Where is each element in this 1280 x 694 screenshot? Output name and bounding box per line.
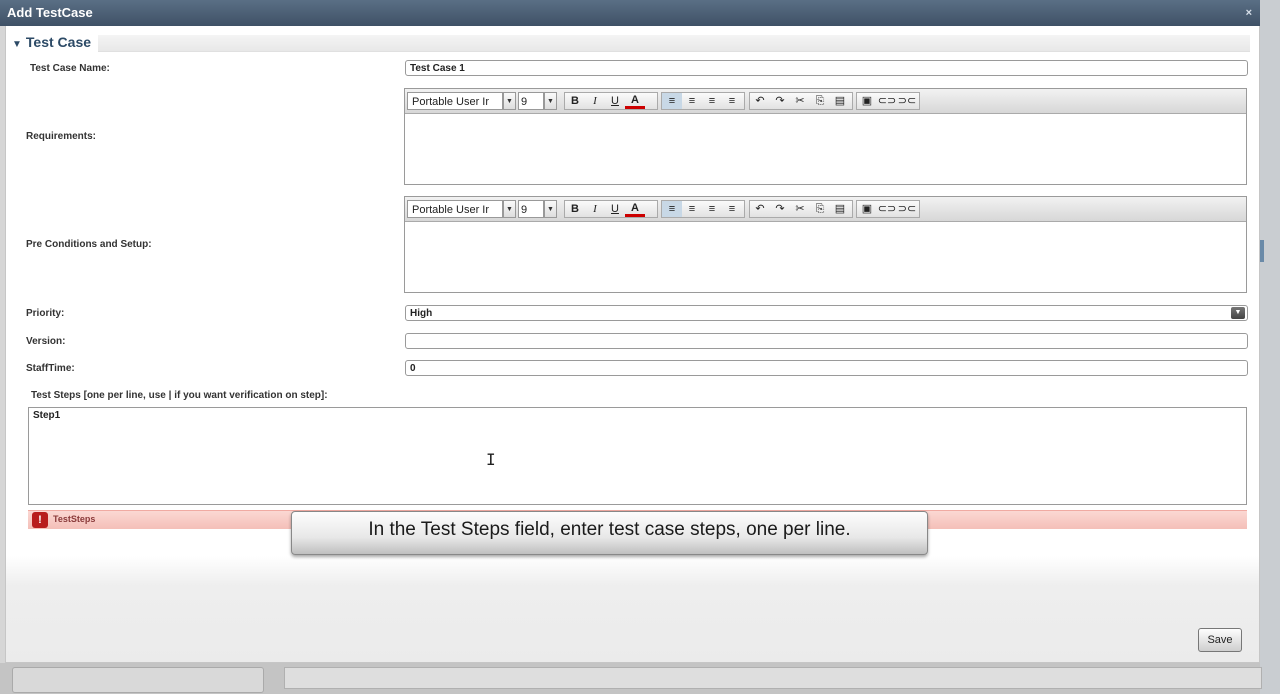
teststeps-label: Test Steps [one per line, use | if you w… (31, 390, 328, 401)
edit-group: ↶ ↷ ✂ ⎘ ▤ (749, 92, 853, 110)
bottom-left-panel (12, 667, 264, 693)
size-dropdown-icon[interactable]: ▼ (544, 92, 557, 110)
teststeps-textarea[interactable]: Step1 (28, 407, 1247, 505)
section-title: Test Case (25, 34, 92, 50)
requirements-label: Requirements: (26, 131, 97, 142)
align-group: ≡ ≡ ≡ ≡ (661, 200, 745, 218)
font-color-button[interactable]: A (625, 201, 645, 217)
align-right-icon[interactable]: ≡ (702, 201, 722, 217)
underline-button[interactable]: U (605, 93, 625, 109)
insert-group: ▣ ⊂⊃ ⊃⊂ (856, 200, 920, 218)
size-dropdown-icon[interactable]: ▼ (544, 200, 557, 218)
insert-group: ▣ ⊂⊃ ⊃⊂ (856, 92, 920, 110)
align-left-icon[interactable]: ≡ (662, 93, 682, 109)
testcase-name-input[interactable]: Test Case 1 (405, 60, 1248, 76)
bold-button[interactable]: B (565, 201, 585, 217)
unlink-icon[interactable]: ⊃⊂ (897, 201, 917, 217)
font-size-select[interactable]: 9 (518, 92, 544, 110)
font-family-select[interactable]: Portable User Ir (407, 200, 503, 218)
form-panel: ▼ Test Case Test Case Name: Test Case 1 R… (5, 26, 1260, 663)
section-header[interactable]: ▼ Test Case (12, 34, 91, 50)
cut-icon[interactable]: ✂ (790, 201, 810, 217)
copy-icon[interactable]: ⎘ (810, 201, 830, 217)
font-color-button[interactable]: A (625, 93, 645, 109)
collapse-arrow-icon[interactable]: ▼ (12, 39, 22, 50)
priority-label: Priority: (26, 308, 65, 319)
format-group: B I U A (564, 200, 658, 218)
preconditions-editor: Portable User Ir ▼ 9 ▼ B I U A ≡ ≡ ≡ ≡ ↶… (404, 196, 1247, 293)
font-dropdown-icon[interactable]: ▼ (503, 92, 516, 110)
image-icon[interactable]: ▣ (857, 201, 877, 217)
priority-select[interactable]: High ▼ (405, 305, 1248, 321)
bottom-bar (0, 663, 1262, 694)
requirements-editor: Portable User Ir ▼ 9 ▼ B I U A ≡ ≡ ≡ ≡ ↶… (404, 88, 1247, 185)
requirements-toolbar: Portable User Ir ▼ 9 ▼ B I U A ≡ ≡ ≡ ≡ ↶… (405, 89, 1246, 114)
format-group: B I U A (564, 92, 658, 110)
caption-text: In the Test Steps field, enter test case… (368, 519, 851, 540)
redo-icon[interactable]: ↷ (770, 93, 790, 109)
image-icon[interactable]: ▣ (857, 93, 877, 109)
edit-group: ↶ ↷ ✂ ⎘ ▤ (749, 200, 853, 218)
priority-value: High (410, 308, 433, 319)
version-label: Version: (26, 336, 66, 347)
copy-icon[interactable]: ⎘ (810, 93, 830, 109)
unlink-icon[interactable]: ⊃⊂ (897, 93, 917, 109)
align-justify-icon[interactable]: ≡ (722, 201, 742, 217)
font-size-select[interactable]: 9 (518, 200, 544, 218)
link-icon[interactable]: ⊂⊃ (877, 93, 897, 109)
paste-icon[interactable]: ▤ (830, 93, 850, 109)
align-group: ≡ ≡ ≡ ≡ (661, 92, 745, 110)
align-right-icon[interactable]: ≡ (702, 93, 722, 109)
right-scroll-strip (1260, 0, 1280, 694)
link-icon[interactable]: ⊂⊃ (877, 201, 897, 217)
preconditions-label: Pre Conditions and Setup: (26, 239, 152, 250)
align-justify-icon[interactable]: ≡ (722, 93, 742, 109)
side-tab[interactable] (1260, 240, 1264, 262)
section-header-bar (98, 35, 1250, 52)
align-left-icon[interactable]: ≡ (662, 201, 682, 217)
text-cursor-icon: I (486, 450, 496, 469)
font-dropdown-icon[interactable]: ▼ (503, 200, 516, 218)
save-button[interactable]: Save (1198, 628, 1242, 652)
stafftime-input[interactable]: 0 (405, 360, 1248, 376)
font-family-select[interactable]: Portable User Ir (407, 92, 503, 110)
stafftime-label: StaffTime: (26, 363, 75, 374)
error-text: TestSteps (53, 514, 96, 524)
bottom-right-panel (284, 667, 1262, 689)
redo-icon[interactable]: ↷ (770, 201, 790, 217)
chevron-down-icon[interactable]: ▼ (1231, 307, 1245, 319)
undo-icon[interactable]: ↶ (750, 201, 770, 217)
undo-icon[interactable]: ↶ (750, 93, 770, 109)
paste-icon[interactable]: ▤ (830, 201, 850, 217)
window-titlebar: Add TestCase × (0, 0, 1260, 26)
window-title: Add TestCase (7, 5, 93, 20)
bold-button[interactable]: B (565, 93, 585, 109)
tutorial-caption: In the Test Steps field, enter test case… (291, 511, 928, 555)
error-icon: ! (32, 512, 48, 528)
close-icon[interactable]: × (1246, 0, 1252, 26)
cut-icon[interactable]: ✂ (790, 93, 810, 109)
underline-button[interactable]: U (605, 201, 625, 217)
align-center-icon[interactable]: ≡ (682, 201, 702, 217)
italic-button[interactable]: I (585, 201, 605, 217)
preconditions-toolbar: Portable User Ir ▼ 9 ▼ B I U A ≡ ≡ ≡ ≡ ↶… (405, 197, 1246, 222)
version-input[interactable] (405, 333, 1248, 349)
italic-button[interactable]: I (585, 93, 605, 109)
align-center-icon[interactable]: ≡ (682, 93, 702, 109)
testcase-name-label: Test Case Name: (30, 63, 110, 74)
